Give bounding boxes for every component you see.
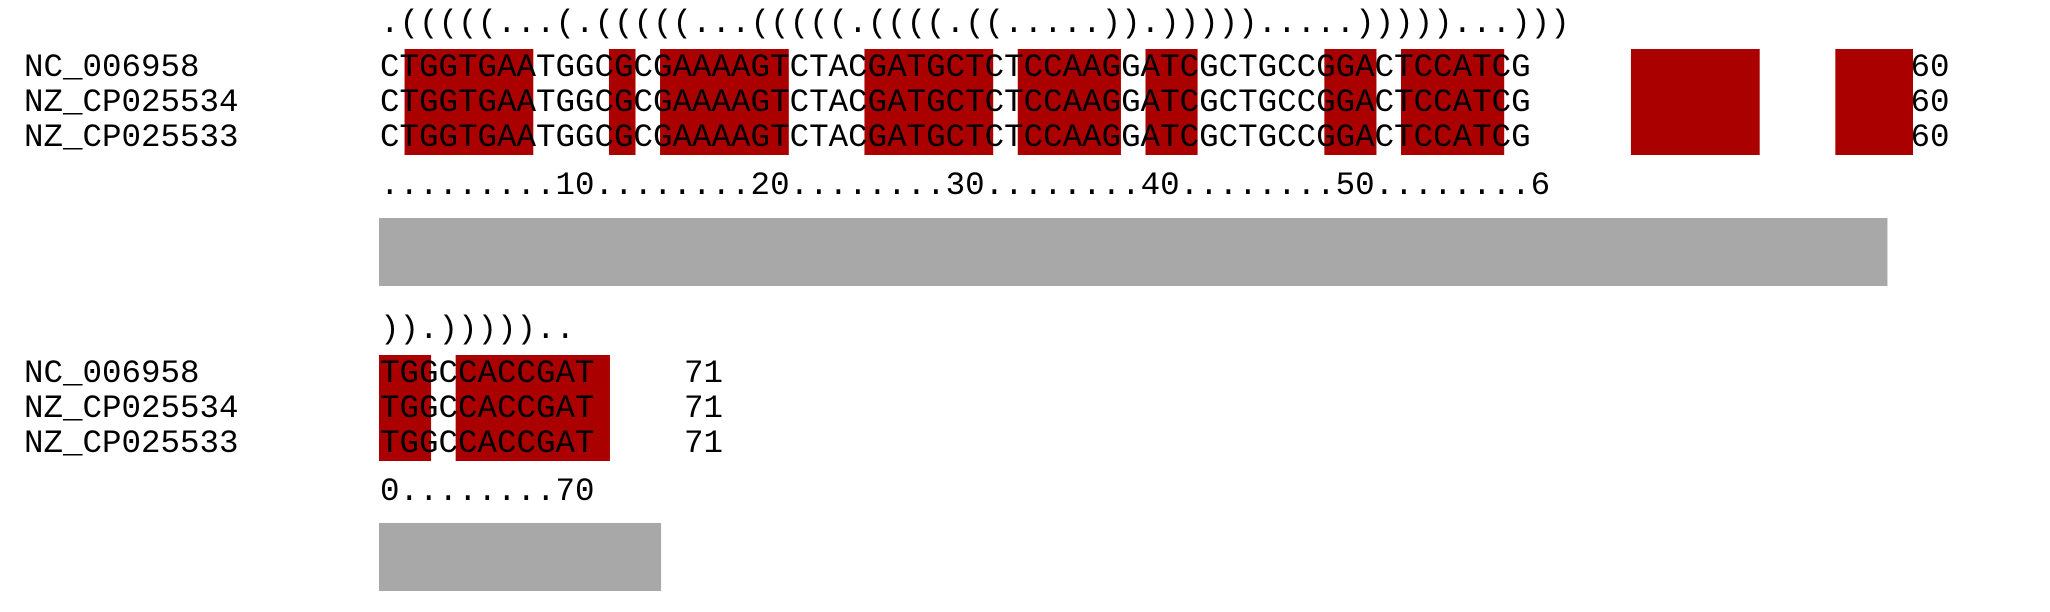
position-ruler: .........10........20........30........4… <box>380 167 1550 204</box>
sequence-end-position: 60 <box>1910 84 1949 121</box>
alignment-block-1: .(((((...(.(((((...(((((.((((.((.....)).… <box>24 5 1949 286</box>
sequence-end-position: 71 <box>684 390 723 427</box>
sequence-name: NC_006958 <box>24 355 200 392</box>
sequence-name: NC_006958 <box>24 49 200 86</box>
conservation-bar <box>379 218 1888 286</box>
conserved-pair-highlight <box>1835 49 1913 155</box>
alignment-figure: .(((((...(.(((((...(((((.((((.((.....)).… <box>24 5 1949 591</box>
sequence-residues: TGGCCACCGAT <box>380 355 595 392</box>
sequence-residues: TGGCCACCGAT <box>380 425 595 462</box>
sequence-residues: CTGGTGAATGGCGCGAAAAGTCTACGATGCTCTCCAAGGA… <box>380 119 1531 156</box>
sequence-end-position: 60 <box>1910 119 1949 156</box>
position-ruler: 0........70 <box>380 473 595 510</box>
sequence-end-position: 71 <box>684 425 723 462</box>
alignment-block-2: )).))))).. NC_006958 TGGCCACCGAT 71 NZ_CP025… <box>24 311 723 591</box>
sequence-end-position: 71 <box>684 355 723 392</box>
sequence-end-position: 60 <box>1910 49 1949 86</box>
sequence-residues: CTGGTGAATGGCGCGAAAAGTCTACGATGCTCTCCAAGGA… <box>380 84 1531 121</box>
conserved-pair-highlight <box>1630 49 1760 155</box>
sequence-residues: CTGGTGAATGGCGCGAAAAGTCTACGATGCTCTCCAAGGA… <box>380 49 1531 86</box>
conservation-bar <box>379 523 662 591</box>
structure-notation: )).))))).. <box>380 311 575 348</box>
structure-notation: .(((((...(.(((((...(((((.((((.((.....)).… <box>380 5 1570 42</box>
sequence-name: NZ_CP025534 <box>24 390 239 427</box>
sequence-name: NZ_CP025533 <box>24 425 239 462</box>
sequence-name: NZ_CP025534 <box>24 84 239 121</box>
sequence-residues: TGGCCACCGAT <box>380 390 595 427</box>
sequence-name: NZ_CP025533 <box>24 119 239 156</box>
